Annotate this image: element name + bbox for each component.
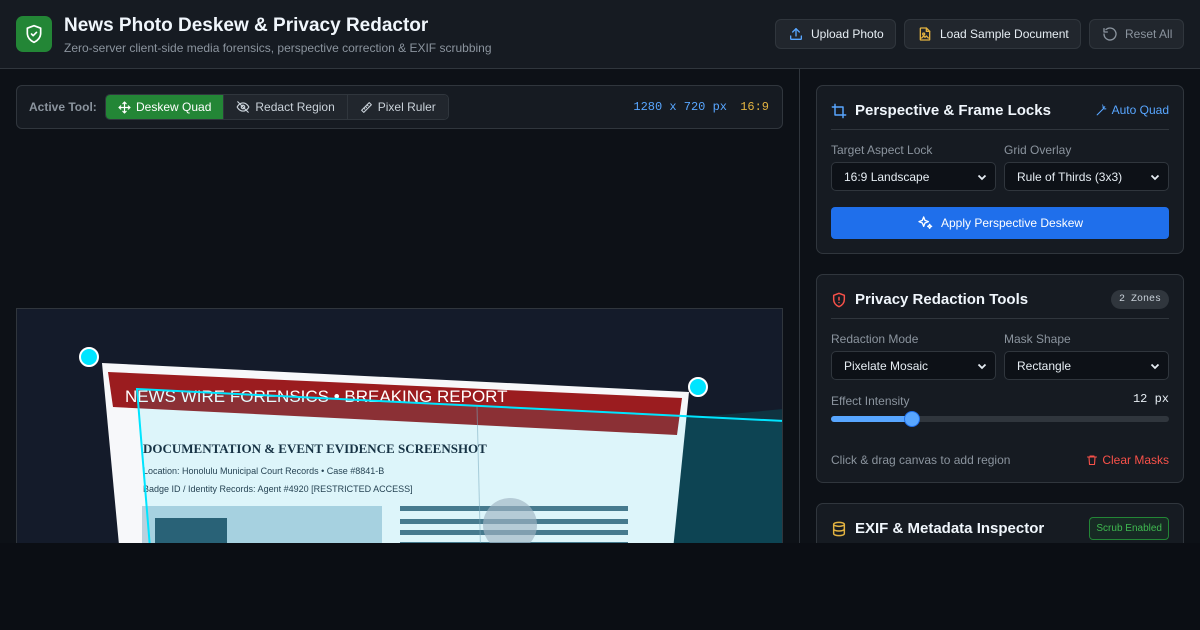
upload-photo-button[interactable]: Upload Photo xyxy=(775,19,896,49)
chevron-down-icon xyxy=(1150,363,1160,370)
aspect-ratio-readout: 16:9 xyxy=(740,100,769,114)
upload-icon xyxy=(790,28,802,40)
redaction-title: Privacy Redaction Tools xyxy=(855,291,1029,308)
effect-intensity-slider[interactable] xyxy=(831,411,1169,427)
tool-pixel-ruler-button[interactable]: Pixel Ruler xyxy=(347,95,448,119)
app-title: News Photo Deskew & Privacy Redactor xyxy=(64,15,429,36)
chevron-down-icon xyxy=(977,363,987,370)
redaction-card: Privacy Redaction Tools 2 Zones Redactio… xyxy=(816,274,1184,483)
tool-redact-region-label: Redact Region xyxy=(255,100,335,114)
workspace-panel: Active Tool: Deskew Quad Redact Region P… xyxy=(0,69,799,543)
auto-quad-button[interactable]: Auto Quad xyxy=(1095,103,1169,117)
canvas-stage: NEWS WIRE FORENSICS • BREAKING REPORT DO… xyxy=(17,309,782,543)
tool-segmented-control: Deskew Quad Redact Region Pixel Ruler xyxy=(105,94,449,120)
auto-quad-label: Auto Quad xyxy=(1111,103,1169,117)
redaction-mode-value: Pixelate Mosaic xyxy=(844,358,929,373)
grid-overlay-select[interactable]: Rule of Thirds (3x3) xyxy=(1004,162,1169,191)
clear-masks-button[interactable]: Clear Masks xyxy=(1086,453,1169,467)
grid-overlay-label: Grid Overlay xyxy=(1004,143,1072,157)
move-icon xyxy=(118,100,131,114)
scrub-enabled-badge[interactable]: Scrub Enabled xyxy=(1089,517,1169,540)
quad-handle-top-left[interactable] xyxy=(79,347,99,367)
clear-masks-label: Clear Masks xyxy=(1102,453,1169,467)
app-subtitle: Zero-server client-side media forensics,… xyxy=(64,41,492,55)
shield-check-icon xyxy=(16,16,52,52)
apply-deskew-button[interactable]: Apply Perspective Deskew xyxy=(831,207,1169,239)
exif-title: EXIF & Metadata Inspector xyxy=(855,520,1045,537)
load-sample-label: Load Sample Document xyxy=(940,27,1069,41)
trash-icon xyxy=(1087,455,1098,466)
quad-handle-top-right[interactable] xyxy=(688,377,708,397)
tool-deskew-quad-button[interactable]: Deskew Quad xyxy=(106,95,225,119)
reset-all-button[interactable]: Reset All xyxy=(1089,19,1185,49)
file-image-icon xyxy=(919,27,931,41)
chevron-down-icon xyxy=(977,174,987,181)
sparkles-icon xyxy=(918,216,933,229)
database-icon xyxy=(832,521,846,537)
mask-shape-label: Mask Shape xyxy=(1004,332,1071,346)
image-dimensions-readout: 1280 x 720 px xyxy=(633,100,727,114)
redaction-hint: Click & drag canvas to add region xyxy=(831,453,1011,467)
perspective-card: Perspective & Frame Locks Auto Quad Targ… xyxy=(816,85,1184,254)
perspective-title: Perspective & Frame Locks xyxy=(855,102,1051,119)
magic-wand-icon xyxy=(1096,104,1106,115)
shield-alert-icon xyxy=(832,292,846,308)
exif-card: EXIF & Metadata Inspector Scrub Enabled xyxy=(816,503,1184,543)
app-header: News Photo Deskew & Privacy Redactor Zer… xyxy=(0,0,1200,69)
effect-intensity-label: Effect Intensity xyxy=(831,394,910,408)
zones-count-badge: 2 Zones xyxy=(1110,290,1169,309)
grid-overlay-value: Rule of Thirds (3x3) xyxy=(1017,169,1123,184)
active-tool-label: Active Tool: xyxy=(29,100,97,114)
tool-redact-region-button[interactable]: Redact Region xyxy=(224,95,348,119)
reset-all-label: Reset All xyxy=(1125,27,1173,41)
settings-sidebar: Perspective & Frame Locks Auto Quad Targ… xyxy=(800,69,1200,543)
redaction-mode-label: Redaction Mode xyxy=(831,332,919,346)
reset-icon xyxy=(1103,27,1117,41)
tool-deskew-quad-label: Deskew Quad xyxy=(136,100,212,114)
load-sample-button[interactable]: Load Sample Document xyxy=(904,19,1081,49)
image-canvas[interactable]: NEWS WIRE FORENSICS • BREAKING REPORT DO… xyxy=(16,308,783,543)
crop-icon xyxy=(831,103,847,119)
card-divider xyxy=(831,318,1169,319)
mask-shape-value: Rectangle xyxy=(1017,358,1072,373)
effect-intensity-value: 12 px xyxy=(1132,392,1169,406)
aspect-lock-select[interactable]: 16:9 Landscape xyxy=(831,162,996,191)
redaction-mode-select[interactable]: Pixelate Mosaic xyxy=(831,351,996,380)
aspect-lock-value: 16:9 Landscape xyxy=(844,169,930,184)
chevron-down-icon xyxy=(1150,174,1160,181)
upload-photo-label: Upload Photo xyxy=(811,27,884,41)
card-divider xyxy=(831,129,1169,130)
tool-toolbar: Active Tool: Deskew Quad Redact Region P… xyxy=(16,85,783,129)
aspect-lock-label: Target Aspect Lock xyxy=(831,143,933,157)
apply-deskew-label: Apply Perspective Deskew xyxy=(940,216,1084,230)
slider-fill xyxy=(831,416,913,422)
tool-pixel-ruler-label: Pixel Ruler xyxy=(377,100,436,114)
eye-off-icon xyxy=(236,101,250,113)
mask-shape-select[interactable]: Rectangle xyxy=(1004,351,1169,380)
slider-thumb[interactable] xyxy=(904,411,921,427)
ruler-icon xyxy=(360,101,372,113)
